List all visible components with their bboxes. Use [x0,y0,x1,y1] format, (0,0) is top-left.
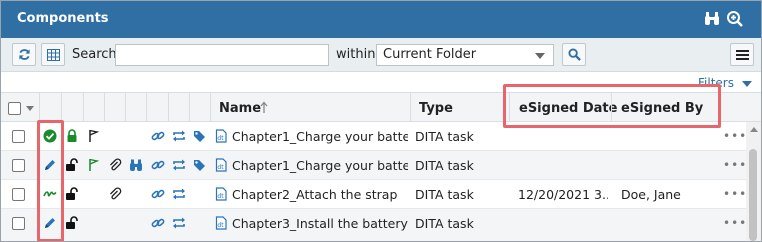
row-more-button[interactable]: ••• [723,216,747,230]
column-header-esigned-date[interactable]: eSigned Date [519,101,617,116]
edit-icon [45,160,55,170]
svg-text:dt: dt [217,164,224,171]
row-type: DITA task [415,216,474,231]
link-icon [151,131,165,141]
dita-file-icon: dt [215,187,227,201]
link-icon [151,218,165,228]
binoculars-icon[interactable] [703,10,721,28]
row-more-button[interactable]: ••• [723,158,747,172]
column-divider [189,92,190,122]
dita-file-icon: dt [215,129,227,143]
flag-icon [89,129,100,142]
column-header-esigned-by[interactable]: eSigned By [621,101,703,116]
unlock-icon [66,187,78,200]
dita-file-icon: dt [215,158,227,172]
table-row[interactable]: dt Chapter1_Charge your battery DITA tas… [1,122,746,151]
components-panel: Components Search: within: Current Folde… [0,0,762,242]
menu-icon [735,49,749,60]
select-menu-chevron-icon[interactable] [26,106,34,111]
scope-selected-value: Current Folder [383,47,477,62]
unlock-icon [66,158,78,171]
select-all-checkbox[interactable] [8,102,21,115]
paperclip-icon [110,187,122,200]
column-divider [509,92,510,122]
column-divider [146,92,147,122]
tags-icon [194,160,205,171]
title-bar: Components [1,1,761,38]
row-esigned-by: Doe, Jane [621,187,681,202]
row-name[interactable]: Chapter2_Attach the strap [232,187,408,202]
zoom-in-icon[interactable] [726,10,744,28]
row-more-button[interactable]: ••• [723,187,747,201]
column-divider [611,92,612,122]
sync-icon [173,217,185,229]
table-row[interactable]: dt Chapter2_Attach the strap DITA task 1… [1,180,746,209]
scrollbar-thumb[interactable] [749,149,757,241]
row-type: DITA task [415,129,474,144]
column-divider [83,92,84,122]
column-divider [61,92,62,122]
column-header-type[interactable]: Type [419,101,453,116]
search-label: Search: [72,47,122,62]
row-type: DITA task [415,187,474,202]
svg-text:dt: dt [217,193,224,200]
panel-title: Components [17,11,109,26]
grid-icon [46,48,60,61]
column-divider [104,92,105,122]
row-esigned-date: 12/20/2021 3... [518,187,608,202]
menu-button[interactable] [730,43,754,66]
column-divider [39,92,40,122]
column-divider [125,92,126,122]
unlock-icon [66,216,78,229]
sync-icon [173,159,185,171]
search-button[interactable] [562,43,586,66]
row-more-button[interactable]: ••• [723,129,747,143]
chevron-down-icon [535,53,545,59]
row-checkbox[interactable] [12,217,25,230]
lock-icon [67,129,77,142]
svg-text:dt: dt [217,222,224,229]
dita-file-icon: dt [215,216,227,230]
table-header: Name Type eSigned Date eSigned By [1,92,761,122]
binoculars-icon [130,159,142,171]
row-name[interactable]: Chapter1_Charge your battery [232,129,408,144]
refresh-icon [18,49,30,60]
scroll-up-icon[interactable] [750,127,758,132]
table-row[interactable]: dt Chapter3_Install the battery a... DIT… [1,209,747,241]
filters-chevron-icon[interactable] [742,81,752,87]
column-divider [210,92,211,122]
column-divider [168,92,169,122]
svg-text:dt: dt [217,135,224,142]
link-icon [151,160,165,170]
sync-icon [173,188,185,200]
grid-view-button[interactable] [41,43,65,66]
row-type: DITA task [415,158,474,173]
row-name[interactable]: Chapter1_Charge your batter... [232,158,408,173]
within-label: within: [336,47,380,62]
sync-icon [173,130,185,142]
edit-icon [45,218,55,228]
paperclip-icon [110,158,122,171]
approved-icon [43,129,57,143]
tags-icon [194,131,205,142]
column-divider [410,92,411,122]
refresh-button[interactable] [12,43,36,66]
filters-toggle[interactable]: Filters [698,76,734,90]
toolbar: Search: within: Current Folder [1,38,761,72]
row-checkbox[interactable] [12,159,25,172]
row-checkbox[interactable] [12,188,25,201]
row-name[interactable]: Chapter3_Install the battery a... [232,216,408,231]
search-icon [567,48,581,61]
table-row[interactable]: dt Chapter1_Charge your batter... DITA t… [1,151,746,180]
scope-dropdown[interactable]: Current Folder [376,44,554,66]
flag-icon [89,158,100,171]
signature-icon [43,191,57,197]
sort-ascending-icon[interactable] [260,101,268,114]
search-input[interactable] [115,44,329,66]
link-icon [151,189,165,199]
column-header-name[interactable]: Name [219,101,261,116]
row-checkbox[interactable] [12,130,25,143]
